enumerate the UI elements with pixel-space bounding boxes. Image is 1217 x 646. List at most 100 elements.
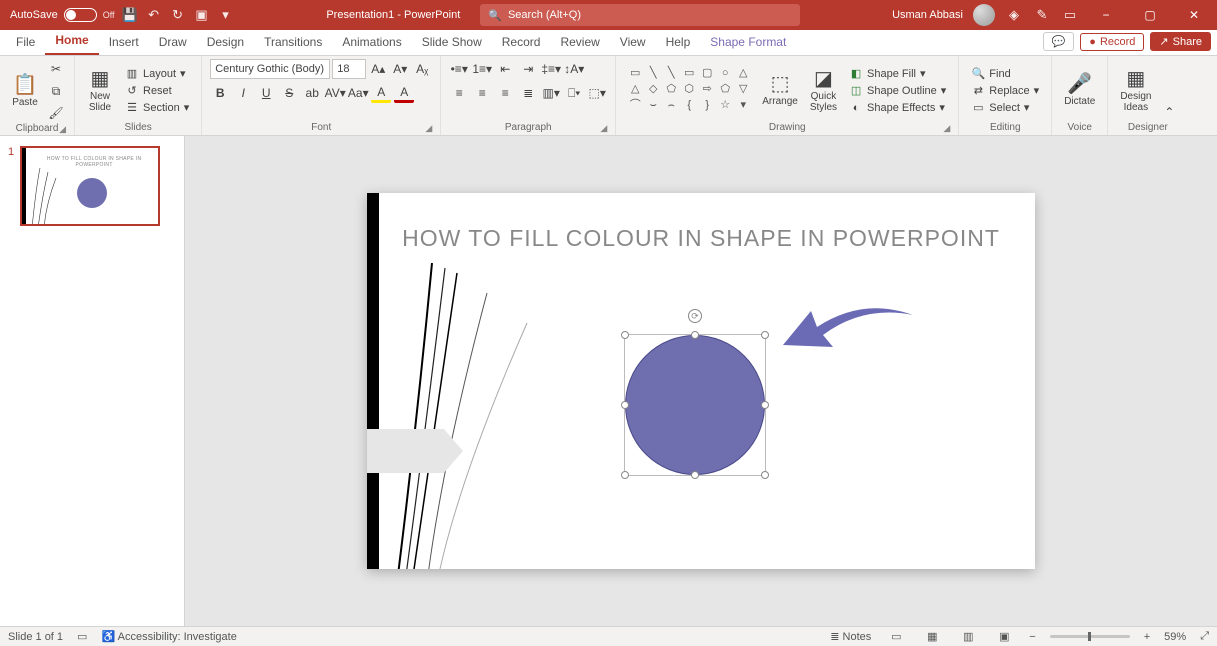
- clipboard-launcher[interactable]: ◢: [59, 124, 66, 135]
- maximize-button[interactable]: ▢: [1133, 0, 1167, 30]
- zoom-out-button[interactable]: −: [1029, 631, 1035, 643]
- redo-icon[interactable]: ↻: [169, 6, 187, 24]
- notes-button[interactable]: ≣ Notes: [830, 630, 871, 643]
- bullets-button[interactable]: •≡▾: [449, 59, 469, 79]
- slide-counter[interactable]: Slide 1 of 1: [8, 631, 63, 643]
- char-spacing-button[interactable]: AV▾: [325, 83, 345, 103]
- design-ideas-button[interactable]: ▦ Design Ideas: [1116, 67, 1155, 115]
- slide-thumbnail-panel[interactable]: 1 HOW TO FILL COLOUR IN SHAPE IN POWERPO…: [0, 136, 185, 626]
- avatar[interactable]: [973, 4, 995, 26]
- increase-indent-button[interactable]: ⇥: [518, 59, 538, 79]
- tab-record[interactable]: Record: [492, 31, 551, 55]
- drawing-launcher[interactable]: ◢: [943, 123, 950, 134]
- bold-button[interactable]: B: [210, 83, 230, 103]
- zoom-slider[interactable]: [1050, 635, 1130, 638]
- tab-slideshow[interactable]: Slide Show: [412, 31, 492, 55]
- slide-title[interactable]: HOW TO FILL COLOUR IN SHAPE IN POWERPOIN…: [367, 225, 1035, 252]
- curved-arrow-shape[interactable]: [783, 305, 913, 365]
- close-button[interactable]: ✕: [1177, 0, 1211, 30]
- align-left-button[interactable]: ≡: [449, 83, 469, 103]
- minimize-button[interactable]: −: [1089, 0, 1123, 30]
- spellcheck-icon[interactable]: ▭: [77, 630, 87, 643]
- arrange-button[interactable]: ⬚ Arrange: [758, 72, 802, 109]
- collapse-ribbon-button[interactable]: ⌃: [1159, 102, 1179, 122]
- find-button[interactable]: 🔍Find: [967, 66, 1043, 81]
- ribbon-display-icon[interactable]: ▭: [1061, 6, 1079, 24]
- quick-styles-button[interactable]: ◪ Quick Styles: [806, 67, 841, 115]
- zoom-in-button[interactable]: +: [1144, 631, 1150, 643]
- shrink-font-button[interactable]: A▾: [390, 59, 410, 79]
- tab-animations[interactable]: Animations: [332, 31, 411, 55]
- shapes-gallery[interactable]: ▭╲╲▭▢○△ △◇⬠⬡⇨⬠▽ ⌒⌣⌢{}☆▾: [624, 65, 754, 117]
- dictate-button[interactable]: 🎤 Dictate: [1060, 72, 1099, 109]
- save-icon[interactable]: 💾: [121, 6, 139, 24]
- clear-formatting-button[interactable]: Aᵪ: [412, 59, 432, 79]
- zoom-level[interactable]: 59%: [1164, 631, 1186, 643]
- comments-button[interactable]: 💬: [1043, 32, 1075, 51]
- font-name-combo[interactable]: Century Gothic (Body): [210, 59, 330, 79]
- resize-handle-bl[interactable]: [621, 471, 629, 479]
- slide-thumbnail-1[interactable]: HOW TO FILL COLOUR IN SHAPE IN POWERPOIN…: [20, 146, 160, 226]
- copy-button[interactable]: ⧉: [46, 81, 66, 101]
- change-case-button[interactable]: Aa▾: [348, 83, 368, 103]
- user-name[interactable]: Usman Abbasi: [892, 9, 963, 21]
- rotate-handle[interactable]: ⟳: [688, 309, 702, 323]
- record-button[interactable]: ● Record: [1080, 33, 1144, 51]
- slide[interactable]: HOW TO FILL COLOUR IN SHAPE IN POWERPOIN…: [367, 193, 1035, 569]
- select-button[interactable]: ▭Select ▾: [967, 100, 1043, 115]
- normal-view-button[interactable]: ▭: [885, 629, 907, 645]
- search-input[interactable]: 🔍 Search (Alt+Q): [480, 4, 800, 26]
- strikethrough-button[interactable]: S: [279, 83, 299, 103]
- decrease-indent-button[interactable]: ⇤: [495, 59, 515, 79]
- resize-handle-br[interactable]: [761, 471, 769, 479]
- paste-button[interactable]: 📋 Paste: [8, 73, 42, 110]
- reset-button[interactable]: ↺Reset: [121, 83, 193, 98]
- shape-effects-button[interactable]: ◐Shape Effects ▾: [845, 100, 950, 115]
- paragraph-launcher[interactable]: ◢: [600, 123, 607, 134]
- pen-icon[interactable]: ✎: [1033, 6, 1051, 24]
- format-painter-button[interactable]: 🖌: [46, 103, 66, 123]
- smartart-button[interactable]: ⬚▾: [587, 83, 607, 103]
- italic-button[interactable]: I: [233, 83, 253, 103]
- shape-fill-button[interactable]: ◧Shape Fill ▾: [845, 66, 950, 81]
- columns-button[interactable]: ▥▾: [541, 83, 561, 103]
- resize-handle-tr[interactable]: [761, 331, 769, 339]
- tab-transitions[interactable]: Transitions: [254, 31, 332, 55]
- grow-font-button[interactable]: A▴: [368, 59, 388, 79]
- resize-handle-tl[interactable]: [621, 331, 629, 339]
- replace-button[interactable]: ⇄Replace ▾: [967, 83, 1043, 98]
- align-center-button[interactable]: ≡: [472, 83, 492, 103]
- resize-handle-tm[interactable]: [691, 331, 699, 339]
- tab-design[interactable]: Design: [197, 31, 254, 55]
- new-slide-button[interactable]: ▦ New Slide: [83, 67, 117, 115]
- share-button[interactable]: ↗ Share: [1150, 32, 1211, 51]
- shape-outline-button[interactable]: ◫Shape Outline ▾: [845, 83, 950, 98]
- tab-file[interactable]: File: [6, 31, 45, 55]
- slide-canvas-area[interactable]: HOW TO FILL COLOUR IN SHAPE IN POWERPOIN…: [185, 136, 1217, 626]
- fit-to-window-button[interactable]: ⤢: [1200, 630, 1209, 643]
- sorter-view-button[interactable]: ▦: [921, 629, 943, 645]
- resize-handle-mr[interactable]: [761, 401, 769, 409]
- font-launcher[interactable]: ◢: [425, 123, 432, 134]
- undo-icon[interactable]: ↶: [145, 6, 163, 24]
- justify-button[interactable]: ≣: [518, 83, 538, 103]
- accessibility-status[interactable]: ♿ Accessibility: Investigate: [101, 630, 236, 643]
- tab-shape-format[interactable]: Shape Format: [700, 31, 796, 55]
- pentagon-shape[interactable]: [367, 429, 463, 473]
- slideshow-view-button[interactable]: ▣: [993, 629, 1015, 645]
- start-from-beginning-icon[interactable]: ▣: [193, 6, 211, 24]
- layout-button[interactable]: ▥Layout ▾: [121, 66, 193, 81]
- autosave-toggle[interactable]: [64, 8, 97, 22]
- line-spacing-button[interactable]: ‡≡▾: [541, 59, 561, 79]
- highlight-button[interactable]: A: [371, 83, 391, 103]
- resize-handle-bm[interactable]: [691, 471, 699, 479]
- section-button[interactable]: ☰Section ▾: [121, 100, 193, 115]
- cut-button[interactable]: ✂: [46, 59, 66, 79]
- tab-help[interactable]: Help: [656, 31, 701, 55]
- tab-home[interactable]: Home: [45, 29, 98, 55]
- selected-oval-shape[interactable]: ⟳: [625, 335, 765, 475]
- font-color-button[interactable]: A: [394, 83, 414, 103]
- tab-insert[interactable]: Insert: [99, 31, 149, 55]
- reading-view-button[interactable]: ▥: [957, 629, 979, 645]
- font-size-combo[interactable]: 18: [332, 59, 366, 79]
